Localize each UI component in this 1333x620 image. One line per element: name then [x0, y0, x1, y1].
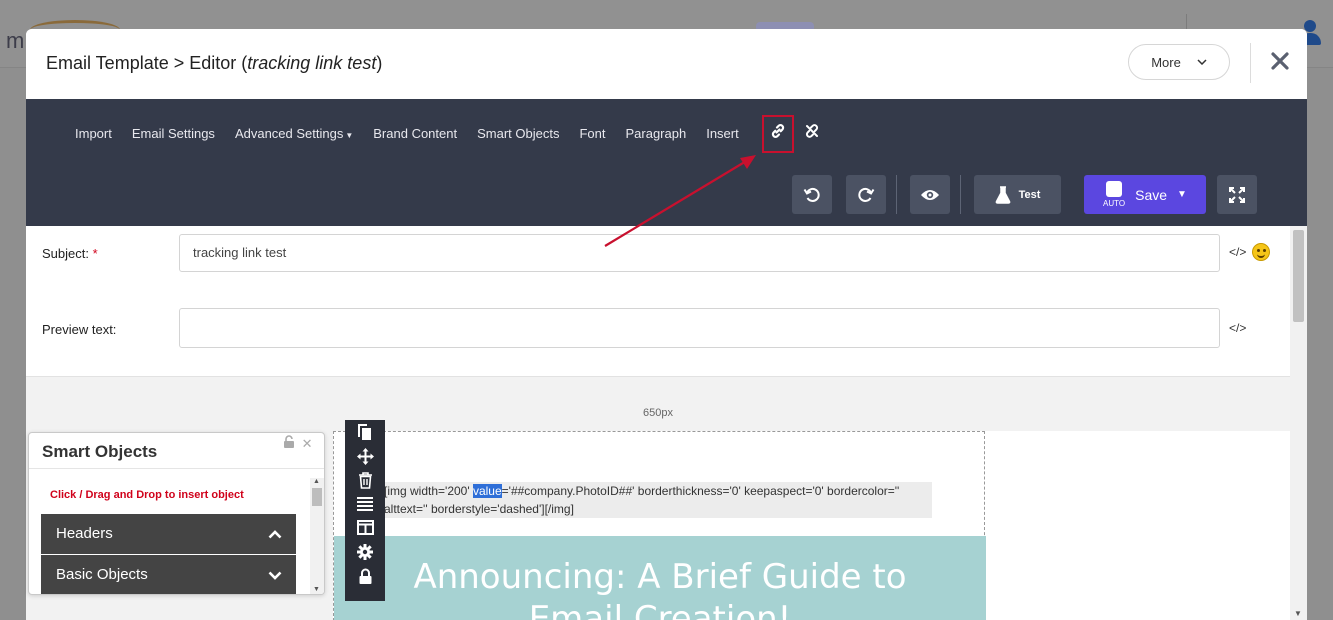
- modal-scrollbar[interactable]: ▼: [1290, 226, 1307, 620]
- undo-icon: [803, 187, 820, 202]
- test-button[interactable]: Test: [974, 175, 1061, 214]
- undo-button[interactable]: [792, 175, 832, 214]
- eye-icon: [921, 189, 939, 200]
- email-body: [img width='200' value='##company.PhotoI…: [333, 431, 1291, 620]
- banner-line-2: Email Creation!: [528, 599, 792, 620]
- announcement-banner[interactable]: Announcing: A Brief Guide to Email Creati…: [334, 536, 986, 620]
- modal-header: Email Template > Editor (tracking link t…: [26, 29, 1307, 99]
- unlock-icon[interactable]: [283, 435, 295, 451]
- section-headers-label: Headers: [56, 525, 113, 542]
- chevron-down-icon: [1197, 57, 1207, 68]
- save-button[interactable]: AUTO Save ▼: [1084, 175, 1206, 214]
- scroll-up-arrow-icon[interactable]: ▲: [313, 478, 320, 485]
- code-icon[interactable]: </>: [1229, 245, 1246, 259]
- columns-layout-icon[interactable]: [356, 520, 374, 539]
- menu-smart-objects[interactable]: Smart Objects: [477, 126, 559, 141]
- expand-icon: [1229, 186, 1245, 203]
- img-code-part: ='##company.PhotoID##' borderthickness='…: [501, 484, 900, 498]
- img-code-part: alttext='' borderstyle='dashed'][/img]: [384, 502, 574, 516]
- smart-objects-title: Smart Objects: [42, 442, 158, 461]
- email-content-block[interactable]: [img width='200' value='##company.PhotoI…: [333, 431, 986, 620]
- banner-line-1: Announcing: A Brief Guide to: [413, 557, 907, 597]
- save-button-label: Save: [1135, 186, 1168, 203]
- subject-label: Subject: *: [42, 246, 98, 261]
- menu-insert[interactable]: Insert: [706, 126, 739, 141]
- title-suffix: ): [376, 53, 383, 73]
- scroll-down-arrow-icon[interactable]: ▼: [313, 586, 320, 593]
- autosave-toggle[interactable]: AUTO: [1103, 181, 1125, 208]
- link-highlight-box: [762, 115, 794, 153]
- caret-down-icon[interactable]: ▼: [1177, 189, 1187, 200]
- menu-import[interactable]: Import: [75, 126, 112, 141]
- close-icon[interactable]: ✕: [302, 436, 313, 451]
- autosave-label: AUTO: [1103, 199, 1126, 208]
- toolbar-separator-2: [960, 175, 961, 214]
- toolbar-menu: Import Email Settings Advanced Settings ▼…: [75, 123, 759, 143]
- section-basic-objects[interactable]: Basic Objects: [41, 555, 296, 594]
- selected-text: value: [472, 484, 502, 498]
- trash-icon[interactable]: [358, 472, 373, 491]
- menu-email-settings[interactable]: Email Settings: [132, 126, 215, 141]
- menu-font[interactable]: Font: [579, 126, 605, 141]
- background-logo: m: [6, 28, 25, 53]
- section-headers[interactable]: Headers: [41, 514, 296, 554]
- smart-objects-panel: Smart Objects ✕ Click / Drag and Drop to…: [28, 432, 325, 595]
- test-button-label: Test: [1018, 188, 1041, 201]
- autosave-checkbox: [1106, 181, 1123, 197]
- banner-heading: Announcing: A Brief Guide to Email Creati…: [334, 556, 986, 620]
- redo-button[interactable]: [846, 175, 886, 214]
- img-code-part: [img width='200': [384, 484, 473, 498]
- gear-icon[interactable]: [357, 544, 373, 563]
- menu-brand-content[interactable]: Brand Content: [373, 126, 457, 141]
- preview-text-label: Preview text:: [42, 322, 117, 337]
- flask-icon: [995, 185, 1010, 204]
- image-smart-code[interactable]: [img width='200' value='##company.PhotoI…: [384, 482, 932, 518]
- menu-advanced-settings-label: Advanced Settings: [234, 125, 344, 141]
- chevron-down-icon: [268, 555, 282, 594]
- title-prefix: Email Template > Editor (: [46, 53, 248, 73]
- menu-paragraph[interactable]: Paragraph: [625, 126, 686, 141]
- preview-text-input[interactable]: [179, 308, 1220, 348]
- menu-advanced-settings[interactable]: Advanced Settings ▼: [235, 126, 353, 141]
- insert-hint: Click / Drag and Drop to insert object: [50, 489, 244, 501]
- scroll-down-arrow-icon[interactable]: ▼: [1294, 609, 1302, 618]
- header-divider: [1250, 43, 1251, 83]
- canvas-width-label: 650px: [643, 407, 673, 419]
- lock-icon[interactable]: [358, 568, 373, 587]
- panel-divider: [29, 468, 324, 469]
- more-button-label: More: [1151, 54, 1181, 70]
- chevron-up-icon: [268, 514, 282, 554]
- panel-controls: ✕: [283, 435, 313, 452]
- copy-icon[interactable]: [357, 424, 373, 443]
- scrollbar-thumb[interactable]: [1293, 230, 1304, 322]
- block-toolbar: [345, 420, 385, 601]
- preview-button[interactable]: [910, 175, 950, 214]
- modal-title: Email Template > Editor (tracking link t…: [46, 53, 382, 74]
- toolbar-separator: [896, 175, 897, 214]
- email-form: Subject: * tracking link test </> Previe…: [26, 226, 1290, 376]
- editor-toolbar: Import Email Settings Advanced Settings ▼…: [26, 99, 1307, 226]
- title-template-name: tracking link test: [247, 53, 377, 73]
- close-icon[interactable]: [1268, 47, 1292, 75]
- redo-icon: [858, 187, 875, 202]
- subject-input[interactable]: tracking link test: [179, 234, 1220, 272]
- required-mark: *: [92, 246, 98, 261]
- panel-scrollbar-thumb[interactable]: [312, 488, 322, 506]
- move-icon[interactable]: [356, 448, 374, 467]
- unlink-icon[interactable]: [804, 123, 820, 139]
- align-lines-icon[interactable]: [357, 496, 373, 515]
- section-basic-objects-label: Basic Objects: [56, 566, 148, 583]
- code-icon[interactable]: </>: [1229, 321, 1246, 335]
- more-button[interactable]: More: [1128, 44, 1230, 80]
- emoji-icon[interactable]: [1252, 243, 1270, 261]
- subject-label-text: Subject:: [42, 246, 89, 261]
- caret-down-icon: ▼: [345, 130, 354, 140]
- panel-scrollbar[interactable]: ▲ ▼: [310, 478, 324, 594]
- fullscreen-button[interactable]: [1217, 175, 1257, 214]
